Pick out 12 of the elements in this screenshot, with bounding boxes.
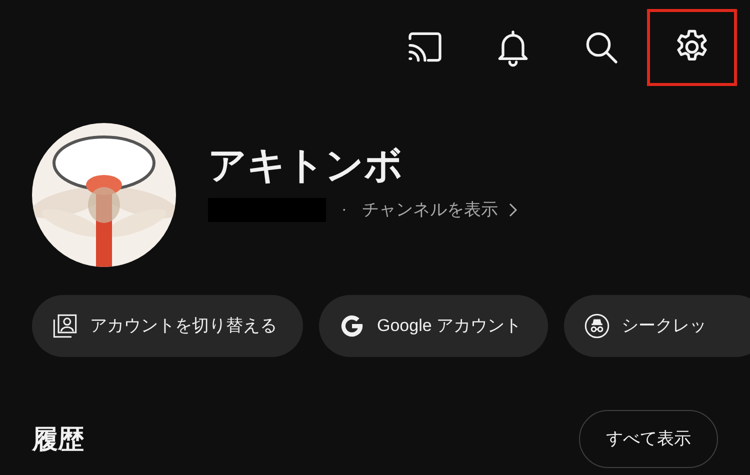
google-icon (339, 313, 365, 339)
separator-dot: ・ (338, 202, 350, 219)
chevron-right-icon (508, 202, 518, 218)
history-heading: 履歴 (32, 422, 84, 456)
profile-name: アキトンボ (208, 147, 404, 186)
view-all-button[interactable]: すべて表示 (579, 410, 718, 468)
account-switch-icon (52, 313, 78, 339)
incognito-chip[interactable]: シークレッ (564, 295, 750, 357)
google-chip[interactable]: Google アカウント (319, 295, 548, 357)
switch-account-chip[interactable]: アカウントを切り替える (32, 295, 303, 357)
channel-link[interactable]: チャンネルを表示 (362, 197, 518, 223)
incognito-icon (584, 313, 610, 339)
